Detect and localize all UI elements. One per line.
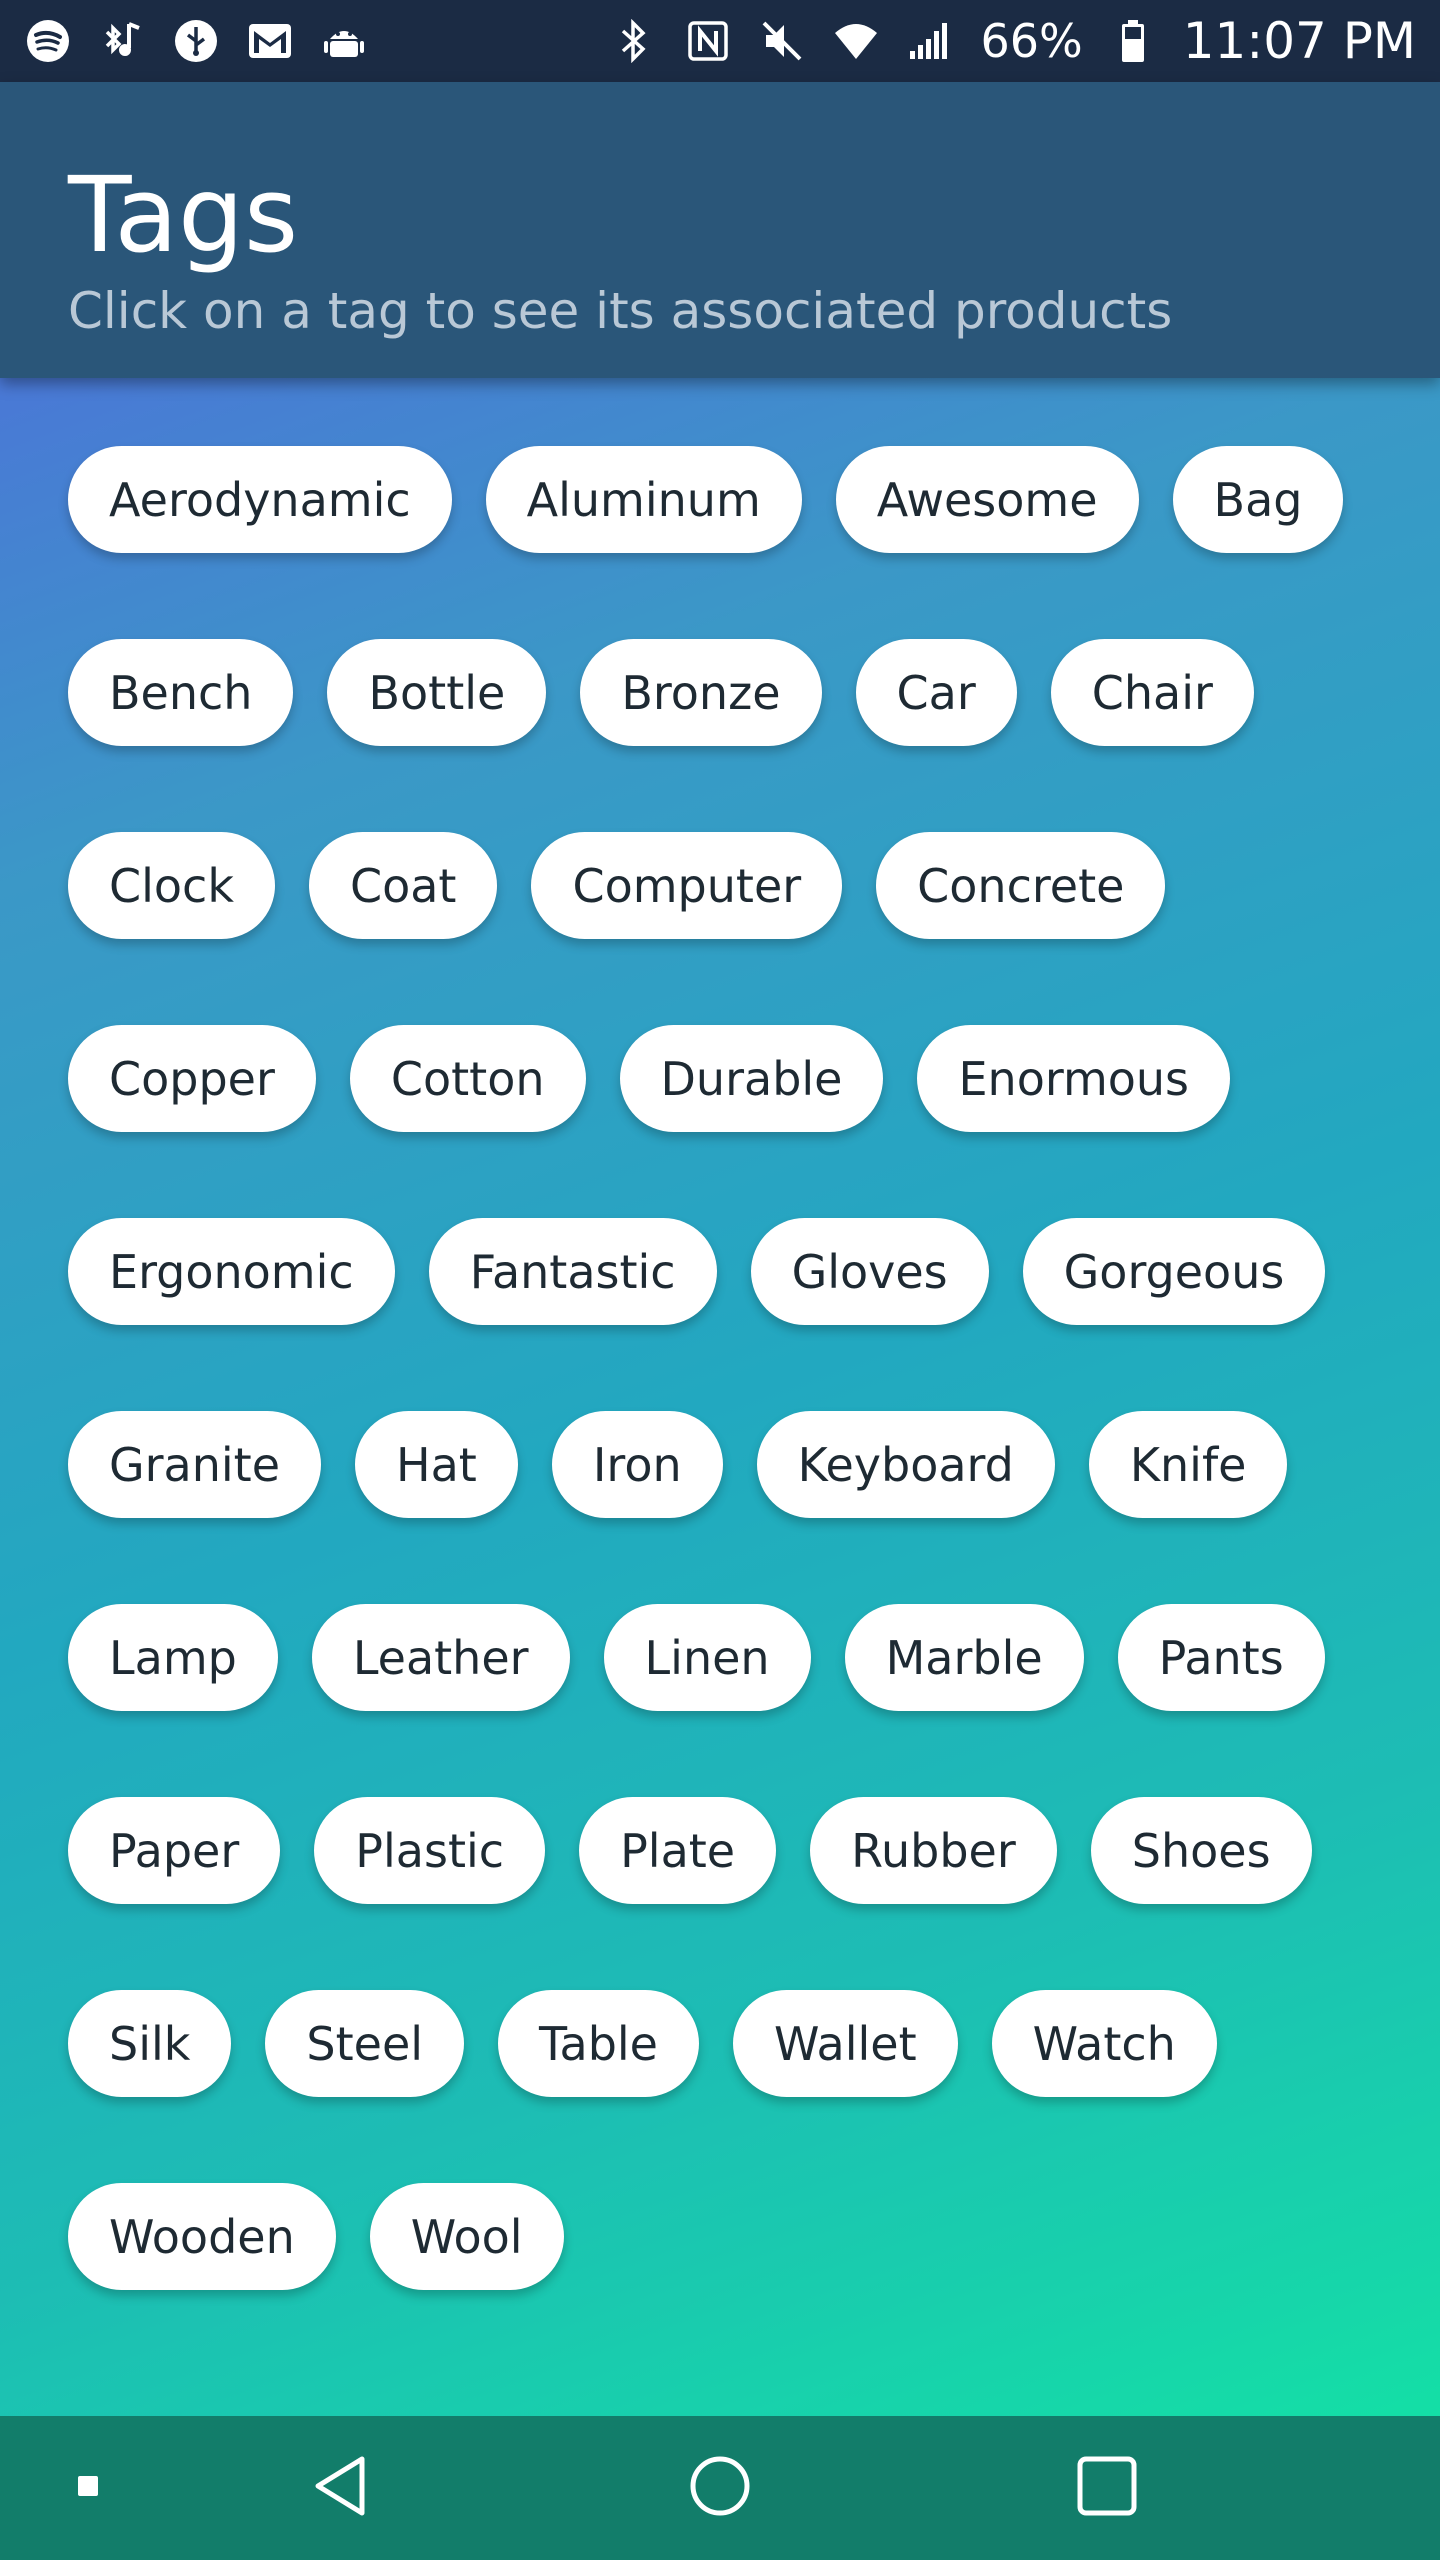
clock-time: 11:07 PM [1182, 12, 1416, 70]
recents-icon [1076, 2455, 1138, 2521]
tag-chip-silk[interactable]: Silk [68, 1990, 232, 2097]
tag-chip-watch[interactable]: Watch [991, 1990, 1217, 2097]
tag-chip-wooden[interactable]: Wooden [68, 2183, 336, 2290]
back-icon [310, 2454, 370, 2522]
tag-chip-bronze[interactable]: Bronze [580, 639, 822, 746]
page-subtitle: Click on a tag to see its associated pro… [68, 282, 1173, 340]
back-button[interactable] [290, 2416, 390, 2560]
tag-chip-computer[interactable]: Computer [531, 832, 843, 939]
tag-chip-concrete[interactable]: Concrete [876, 832, 1166, 939]
bluetooth-audio-icon [98, 17, 146, 65]
spotify-icon [24, 17, 72, 65]
tag-chip-ergonomic[interactable]: Ergonomic [68, 1218, 395, 1325]
tag-chip-shoes[interactable]: Shoes [1090, 1797, 1312, 1904]
home-button[interactable] [670, 2416, 770, 2560]
tag-chip-keyboard[interactable]: Keyboard [756, 1411, 1055, 1518]
app-header: Tags Click on a tag to see its associate… [0, 82, 1440, 378]
tag-list: Aerodynamic Aluminum Awesome Bag Bench Bottle… [68, 446, 1368, 2290]
tag-chip-aerodynamic[interactable]: Aerodynamic [68, 446, 452, 553]
tag-chip-pants[interactable]: Pants [1117, 1604, 1325, 1711]
tag-chip-paper[interactable]: Paper [68, 1797, 281, 1904]
menu-dot-icon [77, 2475, 99, 2501]
gmail-icon [246, 17, 294, 65]
status-bar: 66% 11:07 PM [0, 0, 1440, 82]
tag-chip-enormous[interactable]: Enormous [917, 1025, 1231, 1132]
tag-chip-wallet[interactable]: Wallet [732, 1990, 958, 2097]
tag-chip-granite[interactable]: Granite [68, 1411, 322, 1518]
tag-chip-iron[interactable]: Iron [551, 1411, 723, 1518]
tag-chip-fantastic[interactable]: Fantastic [428, 1218, 717, 1325]
tag-chip-bench[interactable]: Bench [68, 639, 294, 746]
navigation-bar [0, 2416, 1440, 2560]
tag-chip-copper[interactable]: Copper [68, 1025, 316, 1132]
nfc-icon [684, 17, 732, 65]
tag-chip-rubber[interactable]: Rubber [810, 1797, 1057, 1904]
tag-chip-cotton[interactable]: Cotton [349, 1025, 586, 1132]
tag-chip-leather[interactable]: Leather [311, 1604, 570, 1711]
page-title: Tags [68, 154, 299, 276]
tag-chip-table[interactable]: Table [498, 1990, 699, 2097]
tag-chip-awesome[interactable]: Awesome [835, 446, 1139, 553]
tag-chip-coat[interactable]: Coat [308, 832, 498, 939]
tag-chip-wool[interactable]: Wool [369, 2183, 564, 2290]
battery-icon [1109, 17, 1157, 65]
home-icon [688, 2454, 752, 2522]
tag-chip-linen[interactable]: Linen [603, 1604, 811, 1711]
status-left-icons [24, 17, 368, 65]
tag-chip-chair[interactable]: Chair [1050, 639, 1254, 746]
recents-button[interactable] [1057, 2416, 1157, 2560]
wifi-icon [832, 17, 880, 65]
tags-content: Aerodynamic Aluminum Awesome Bag Bench Bottle… [0, 378, 1440, 2416]
battery-percentage: 66% [980, 14, 1083, 68]
status-right-icons: 66% 11:07 PM [610, 12, 1416, 70]
mute-icon [758, 17, 806, 65]
menu-dot-button[interactable] [60, 2416, 116, 2560]
tag-chip-gloves[interactable]: Gloves [750, 1218, 989, 1325]
tag-chip-clock[interactable]: Clock [68, 832, 275, 939]
tag-chip-bottle[interactable]: Bottle [327, 639, 547, 746]
tag-chip-car[interactable]: Car [855, 639, 1017, 746]
tag-chip-bag[interactable]: Bag [1172, 446, 1344, 553]
bluetooth-icon [610, 17, 658, 65]
tag-chip-aluminum[interactable]: Aluminum [485, 446, 802, 553]
tag-chip-durable[interactable]: Durable [619, 1025, 884, 1132]
signal-icon [906, 17, 954, 65]
usb-icon [172, 17, 220, 65]
tag-chip-marble[interactable]: Marble [844, 1604, 1084, 1711]
android-debug-icon [320, 17, 368, 65]
tag-chip-plastic[interactable]: Plastic [314, 1797, 546, 1904]
tag-chip-knife[interactable]: Knife [1088, 1411, 1288, 1518]
tag-chip-gorgeous[interactable]: Gorgeous [1022, 1218, 1326, 1325]
tag-chip-lamp[interactable]: Lamp [68, 1604, 278, 1711]
tag-chip-hat[interactable]: Hat [355, 1411, 518, 1518]
tag-chip-plate[interactable]: Plate [579, 1797, 777, 1904]
tag-chip-steel[interactable]: Steel [265, 1990, 465, 2097]
